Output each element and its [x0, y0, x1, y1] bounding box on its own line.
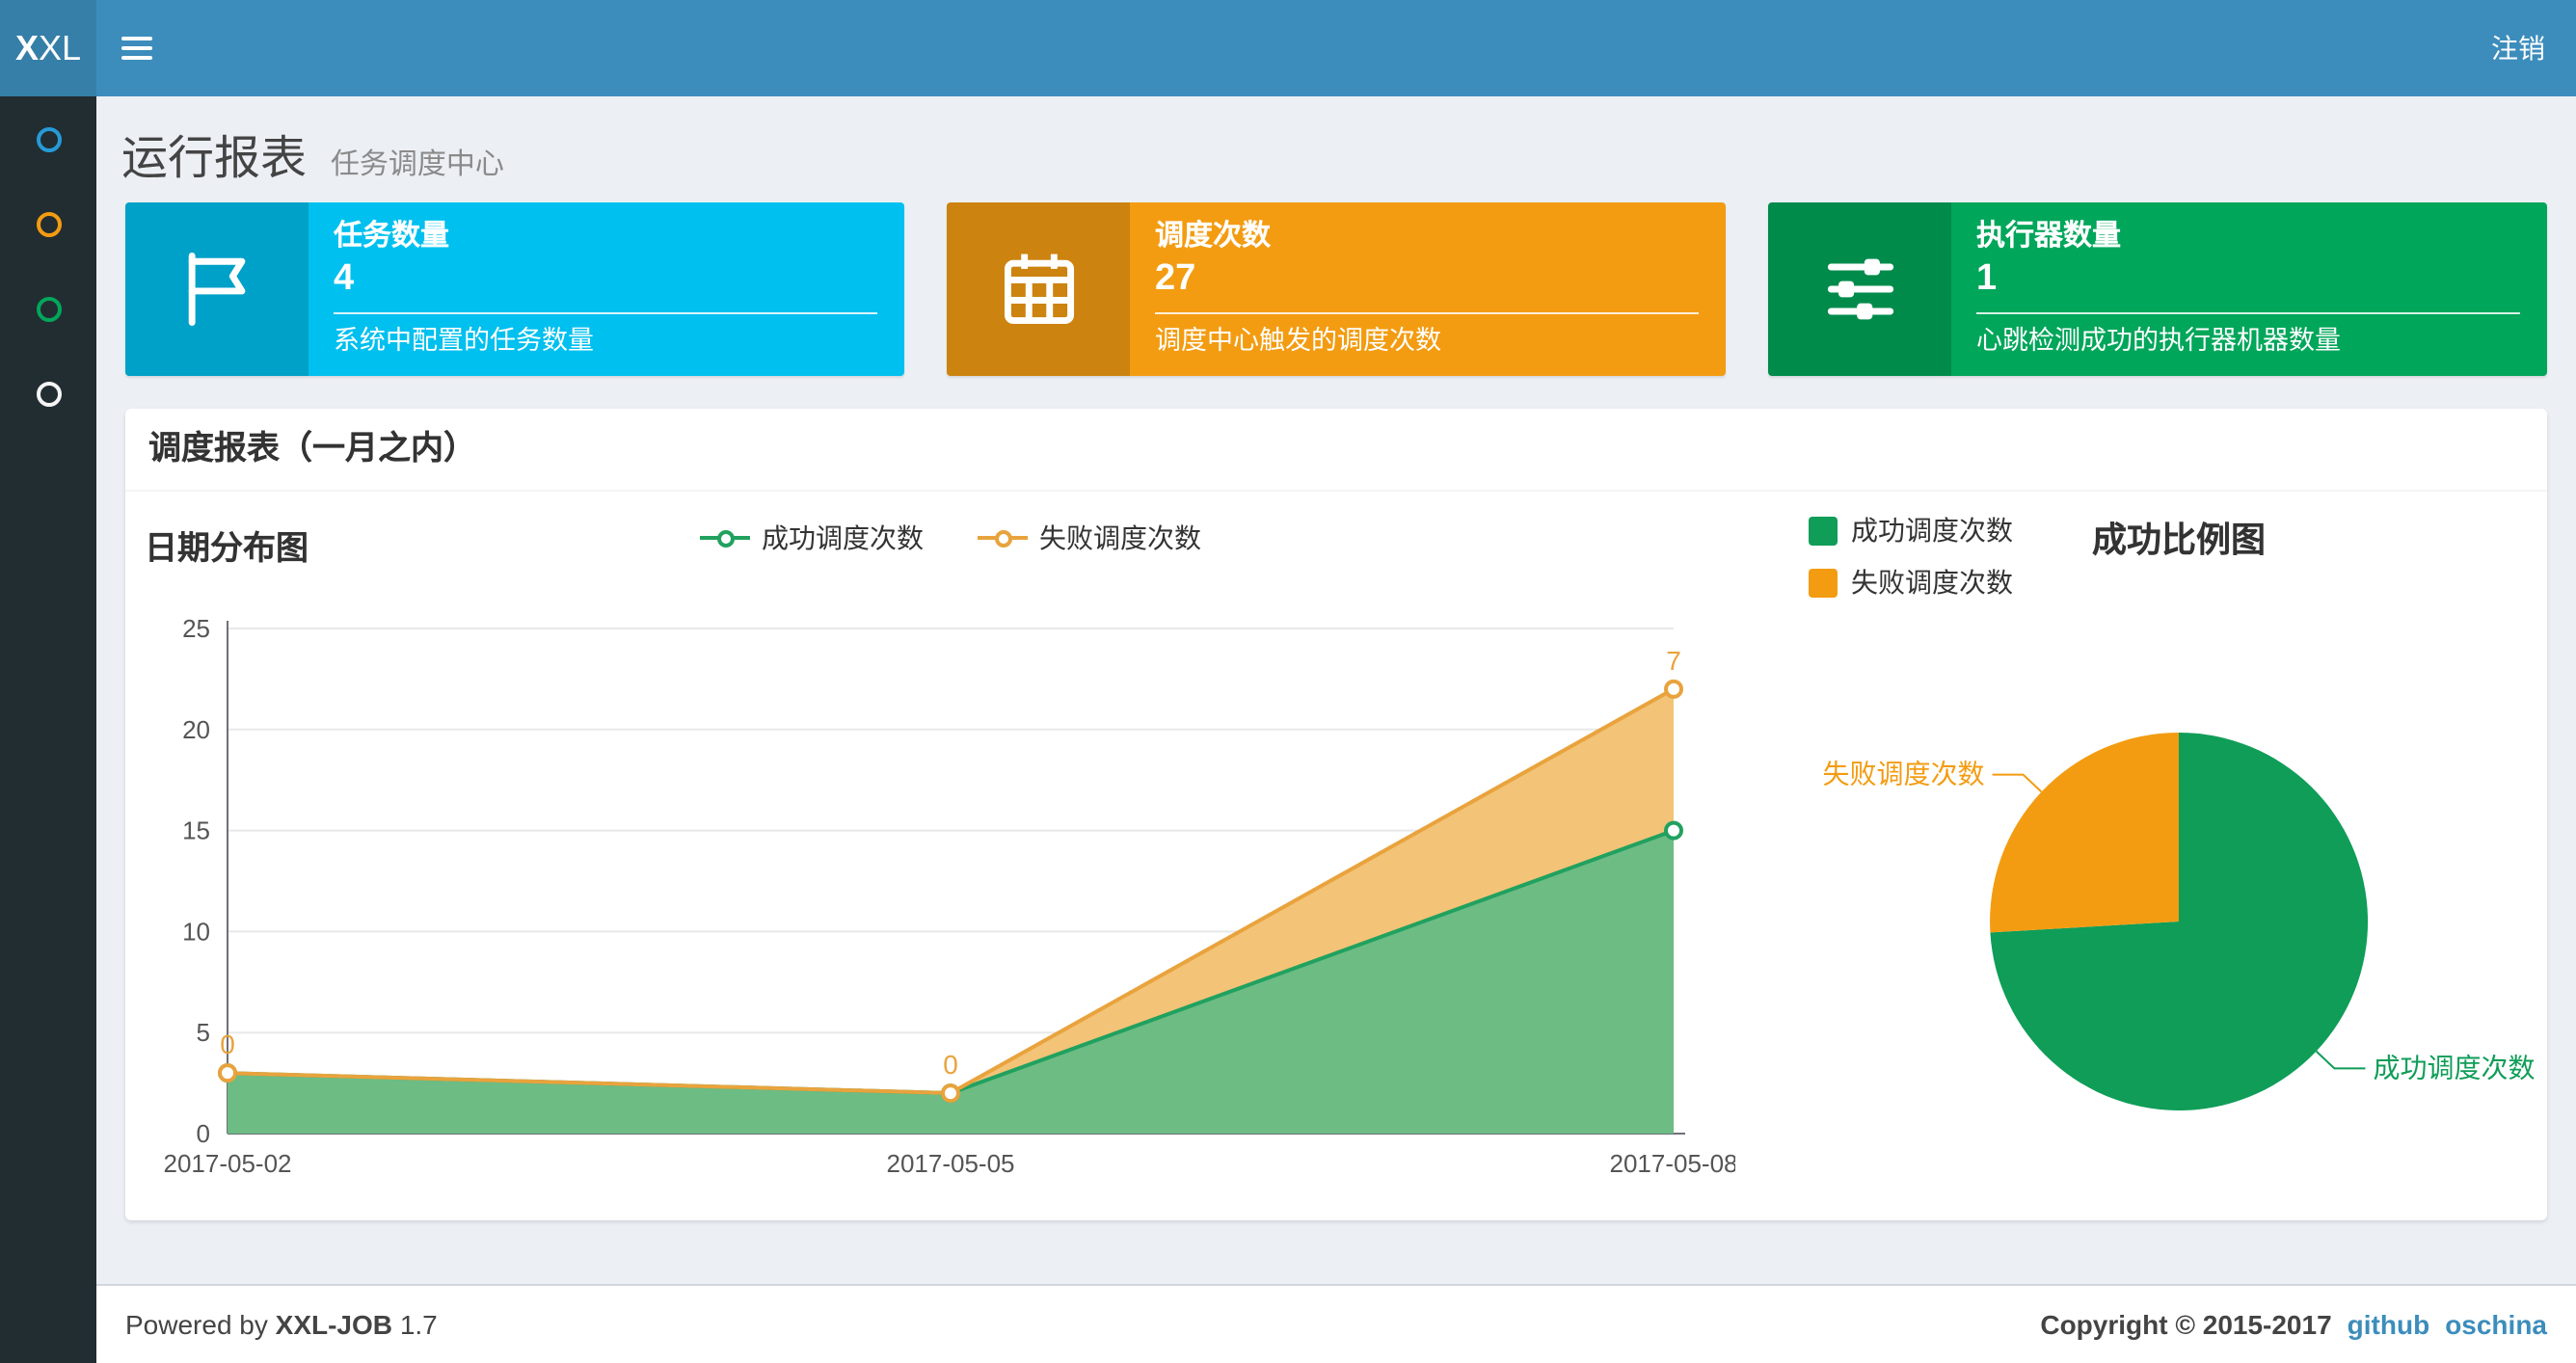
page-title: 运行报表 [121, 133, 307, 185]
powered-prefix: Powered by [125, 1309, 268, 1340]
info-box-body: 执行器数量 1 心跳检测成功的执行器机器数量 [1951, 202, 2547, 376]
info-box-desc: 调度中心触发的调度次数 [1155, 326, 1441, 355]
legend-swatch-icon [1809, 568, 1838, 597]
pie-slice [1990, 733, 2179, 933]
info-box-title: 调度次数 [1155, 220, 1272, 253]
logo-text: XL [38, 28, 82, 67]
fail-point-label: 7 [1666, 646, 1681, 676]
y-tick-label: 0 [197, 1119, 210, 1148]
circle-icon [36, 381, 61, 406]
sidebar-item-4[interactable] [0, 351, 96, 436]
info-box-trigger-count: 调度次数 27 调度中心触发的调度次数 [947, 202, 1726, 376]
report-panel: 调度报表（一月之内） 日期分布图 成功调度次数 失败调度次数 0 5 10 15 20 25… [125, 409, 2547, 1220]
brand-name: XXL-JOB [275, 1309, 393, 1340]
calendar-icon [947, 202, 1130, 376]
info-box-desc: 心跳检测成功的执行器机器数量 [1976, 326, 2341, 355]
powered-by: Powered by XXL-JOB 1.7 [125, 1309, 438, 1340]
legend-dot-icon [717, 530, 735, 548]
navbar: X XL 注销 [0, 0, 2576, 96]
success-point [1664, 820, 1683, 841]
hamburger-icon [121, 46, 152, 50]
pie-slice-label: 成功调度次数 [2373, 1053, 2535, 1082]
sidebar [0, 96, 96, 1363]
legend-swatch-icon [1809, 516, 1838, 545]
legend-label: 失败调度次数 [1851, 567, 2013, 598]
divider [334, 312, 877, 314]
circle-icon [36, 211, 61, 236]
page-header: 运行报表 任务调度中心 [121, 120, 504, 187]
y-tick-label: 25 [182, 614, 210, 643]
y-tick-label: 5 [197, 1018, 210, 1047]
x-tick-label: 2017-05-02 [164, 1149, 292, 1178]
footer: Powered by XXL-JOB 1.7 Copyright © 2015-… [96, 1284, 2576, 1363]
legend-label: 成功调度次数 [1851, 515, 2013, 546]
hamburger-icon [121, 37, 152, 40]
legend-dot-icon [995, 530, 1012, 548]
circle-icon [36, 296, 61, 321]
fail-point [941, 1083, 960, 1104]
legend-label: 成功调度次数 [762, 522, 924, 553]
copyright: Copyright © 2015-2017 [2040, 1309, 2332, 1340]
legend-line-marker [700, 530, 750, 548]
logo-bold-text: X [14, 28, 39, 67]
version: 1.7 [399, 1309, 438, 1340]
circle-icon [36, 126, 61, 151]
app-root: X XL 注销 运行报表 任务调度中心 任务数量 4 系统中配置的任务数量 调度… [0, 0, 2576, 1363]
pie-chart-title: 成功比例图 [2092, 521, 2266, 559]
info-box-desc: 系统中配置的任务数量 [334, 326, 594, 355]
y-tick-label: 15 [182, 816, 210, 845]
y-tick-label: 10 [182, 917, 210, 946]
divider [1155, 312, 1699, 314]
info-box-value: 1 [1976, 258, 1998, 299]
footer-right: Copyright © 2015-2017 github oschina [2040, 1309, 2547, 1340]
oschina-link[interactable]: oschina [2445, 1309, 2547, 1340]
date-distribution-chart: 05101520252017-05-02 2017-05-05 2017-05-08… [164, 614, 1736, 1178]
flag-icon [125, 202, 309, 376]
page-subtitle: 任务调度中心 [330, 148, 504, 181]
info-box-body: 调度次数 27 调度中心触发的调度次数 [1130, 202, 1726, 376]
legend-label: 失败调度次数 [1039, 522, 1201, 553]
sidebar-toggle-button[interactable] [96, 0, 177, 96]
app-logo[interactable]: X XL [0, 0, 96, 96]
legend-item[interactable]: 失败调度次数 [978, 519, 1201, 557]
pie-label-line [2315, 1050, 2366, 1070]
sidebar-item-2[interactable] [0, 181, 96, 266]
sidebar-item-1[interactable] [0, 96, 96, 181]
y-tick-label: 20 [182, 715, 210, 744]
divider [1976, 312, 2520, 314]
info-box-body: 任务数量 4 系统中配置的任务数量 [309, 202, 904, 376]
sidebar-item-3[interactable] [0, 266, 96, 351]
pie-legend-item[interactable]: 失败调度次数 [1809, 563, 2013, 601]
logout-link[interactable]: 注销 [2460, 0, 2576, 96]
info-box-title: 执行器数量 [1976, 220, 2122, 253]
fail-point [1664, 679, 1683, 699]
info-box-task-count: 任务数量 4 系统中配置的任务数量 [125, 202, 904, 376]
pie-label-line [1992, 773, 2043, 793]
pie-legend-item[interactable]: 成功调度次数 [1809, 511, 2013, 549]
fail-point [218, 1063, 237, 1083]
pie-slice-label: 失败调度次数 [1823, 760, 1985, 789]
github-link[interactable]: github [2348, 1309, 2430, 1340]
legend-item[interactable]: 成功调度次数 [700, 519, 924, 557]
line-chart-legend: 成功调度次数 失败调度次数 [228, 519, 1674, 557]
panel-title: 调度报表（一月之内） [125, 409, 2547, 492]
hamburger-icon [121, 56, 152, 60]
success-ratio-pie-chart: 成功调度次数 失败调度次数 [1823, 733, 2535, 1110]
fail-point-label: 0 [943, 1050, 958, 1080]
x-tick-label: 2017-05-08 [1610, 1149, 1736, 1178]
sliders-icon [1768, 202, 1951, 376]
info-box-title: 任务数量 [334, 220, 450, 253]
fail-point-label: 0 [220, 1029, 235, 1059]
info-box-value: 4 [334, 258, 355, 299]
info-box-executor-count: 执行器数量 1 心跳检测成功的执行器机器数量 [1768, 202, 2547, 376]
legend-line-marker [978, 530, 1028, 548]
pie-chart-legend: 成功调度次数 失败调度次数 [1809, 511, 2013, 615]
x-tick-label: 2017-05-05 [887, 1149, 1015, 1178]
info-box-value: 27 [1155, 258, 1196, 299]
